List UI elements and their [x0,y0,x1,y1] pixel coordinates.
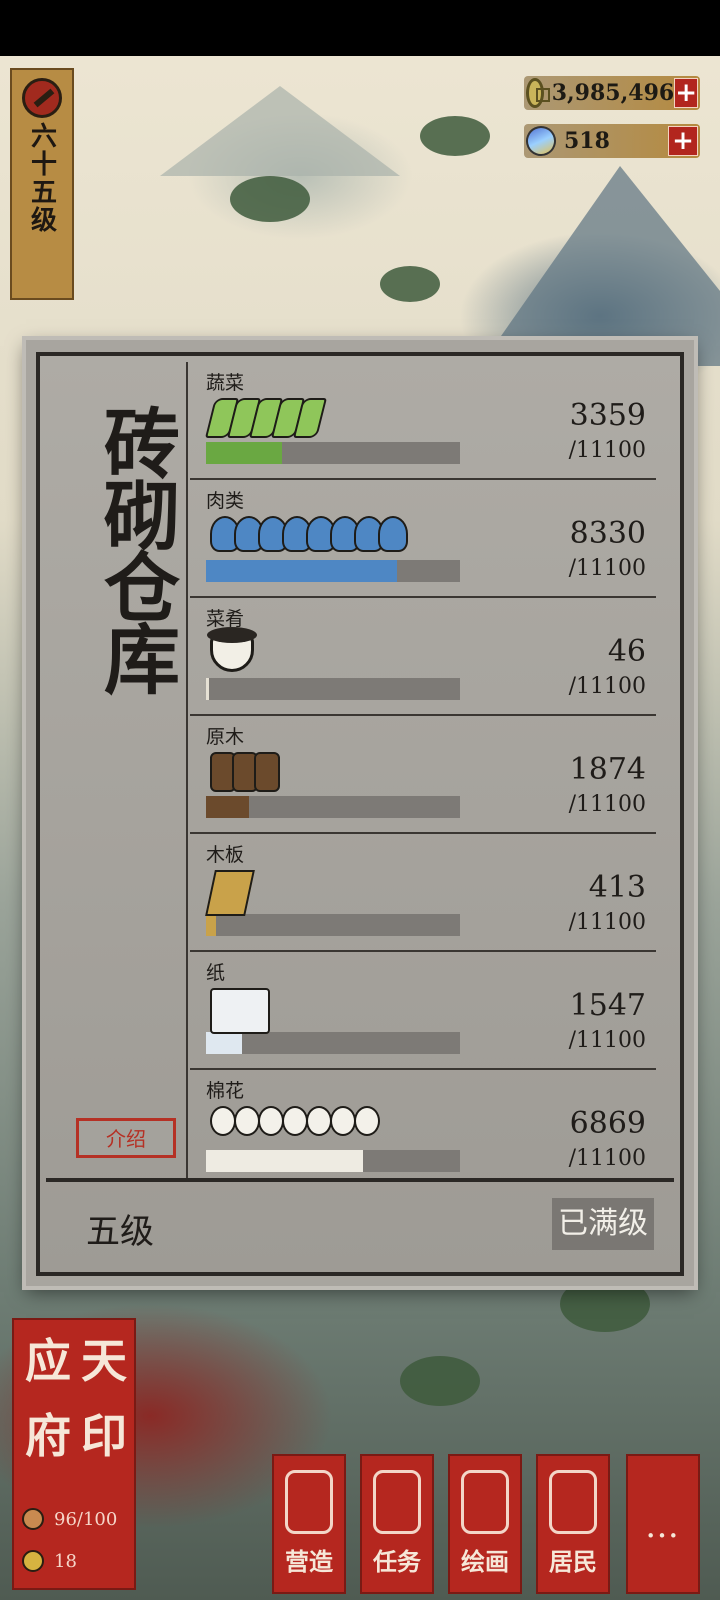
coin-value: 3,985,496 [551,80,675,106]
build-icon [285,1470,333,1534]
vegetable-icon [205,398,327,444]
storage-row-plank: 木板 413 /11100 [190,834,656,952]
painting-button[interactable]: 绘画 [448,1454,522,1594]
item-name: 木板 [206,844,245,866]
task-icon [373,1470,421,1534]
item-capacity: /11100 [568,1146,646,1171]
capacity-bar [206,678,460,700]
capacity-fill [206,560,397,582]
seal-char: 府 [25,1409,71,1463]
more-icon: … [645,1506,681,1546]
residents-icon [549,1470,597,1534]
storage-row-cotton: 棉花 6869 /11100 [190,1070,656,1174]
item-count: 8330 [569,516,646,551]
capacity-bar [206,914,460,936]
more-button[interactable]: … [626,1454,700,1594]
item-count: 1874 [569,752,646,787]
item-count: 46 [607,634,646,669]
item-count: 6869 [569,1106,646,1141]
build-label: 营造 [285,1547,333,1576]
add-jade-button[interactable]: + [668,126,698,156]
capacity-bar [206,1150,460,1172]
capacity-bar [206,1032,460,1054]
item-capacity: /11100 [568,556,646,581]
seal-char: 天 [81,1334,127,1388]
storage-row-vegetable: 蔬菜 3359 /11100 [190,362,656,480]
item-capacity: /11100 [568,910,646,935]
capacity-fill [206,1032,242,1054]
item-count: 413 [588,870,646,905]
task-label: 任务 [373,1547,421,1576]
seal-char: 应 [25,1334,71,1388]
jade-value: 518 [564,128,610,154]
seal-coin-value: 18 [54,1550,77,1572]
item-count: 1547 [569,988,646,1023]
build-button[interactable]: 营造 [272,1454,346,1594]
capacity-fill [206,1150,364,1172]
panel-title: 砖砌仓库 [91,404,180,692]
coin-icon [526,78,550,108]
storage-row-dish: 菜肴 46 /11100 [190,598,656,716]
jade-counter: 518 + [521,121,700,161]
population-value: 96/100 [54,1508,118,1530]
plank-icon [205,870,255,916]
intro-button[interactable]: 介绍 [76,1118,176,1158]
jade-icon [521,121,561,161]
warehouse-footer: 五级 已满级 [46,1178,674,1266]
log-icon [210,752,280,798]
residents-button[interactable]: 居民 [536,1454,610,1594]
coin-counter: 3,985,496 + [524,76,700,110]
item-count: 3359 [569,398,646,433]
residents-label: 居民 [549,1547,597,1576]
add-coins-button[interactable]: + [674,78,698,108]
coin-stat: 18 [22,1550,77,1572]
population-stat: 96/100 [22,1508,117,1530]
storage-row-log: 原木 1874 /11100 [190,716,656,834]
storage-row-paper: 纸 1547 /11100 [190,952,656,1070]
item-name: 原木 [206,726,245,748]
resident-icon [22,1508,44,1530]
item-capacity: /11100 [568,438,646,463]
storage-list[interactable]: 蔬菜 3359 /11100 肉类 8330 /11100 菜肴 46 /111… [190,362,656,1174]
task-button[interactable]: 任务 [360,1454,434,1594]
item-name: 肉类 [206,490,245,512]
painting-label: 绘画 [461,1547,509,1576]
brush-icon [22,78,62,118]
item-capacity: /11100 [568,1028,646,1053]
capacity-fill [206,914,217,936]
coin-icon [22,1550,44,1572]
capacity-fill [206,442,283,464]
painting-icon [461,1470,509,1534]
seal-char: 印 [81,1409,127,1463]
warehouse-level: 五级 [86,1212,154,1252]
paper-icon [210,988,270,1034]
city-seal[interactable]: 应 天 府 印 96/100 18 [12,1318,136,1590]
meat-icon [210,516,408,562]
capacity-fill [206,796,250,818]
cotton-icon [210,1106,380,1152]
title-column: 砖砌仓库 介绍 [46,362,188,1182]
dish-icon [207,627,257,680]
capacity-bar [206,442,460,464]
item-name: 棉花 [206,1080,245,1102]
capacity-bar [206,560,460,582]
status-bar [0,0,720,56]
capacity-bar [206,796,460,818]
item-capacity: /11100 [568,674,646,699]
item-name: 蔬菜 [206,372,245,394]
item-capacity: /11100 [568,792,646,817]
max-level-button[interactable]: 已满级 [552,1198,654,1250]
storage-row-meat: 肉类 8330 /11100 [190,480,656,598]
player-level-badge[interactable]: 六十五级 [10,68,74,300]
warehouse-panel: 砖砌仓库 介绍 蔬菜 3359 /11100 肉类 8330 /11100 菜肴… [26,340,694,1286]
capacity-fill [206,678,209,700]
player-level-text: 六十五级 [26,122,57,234]
item-name: 纸 [206,962,226,984]
